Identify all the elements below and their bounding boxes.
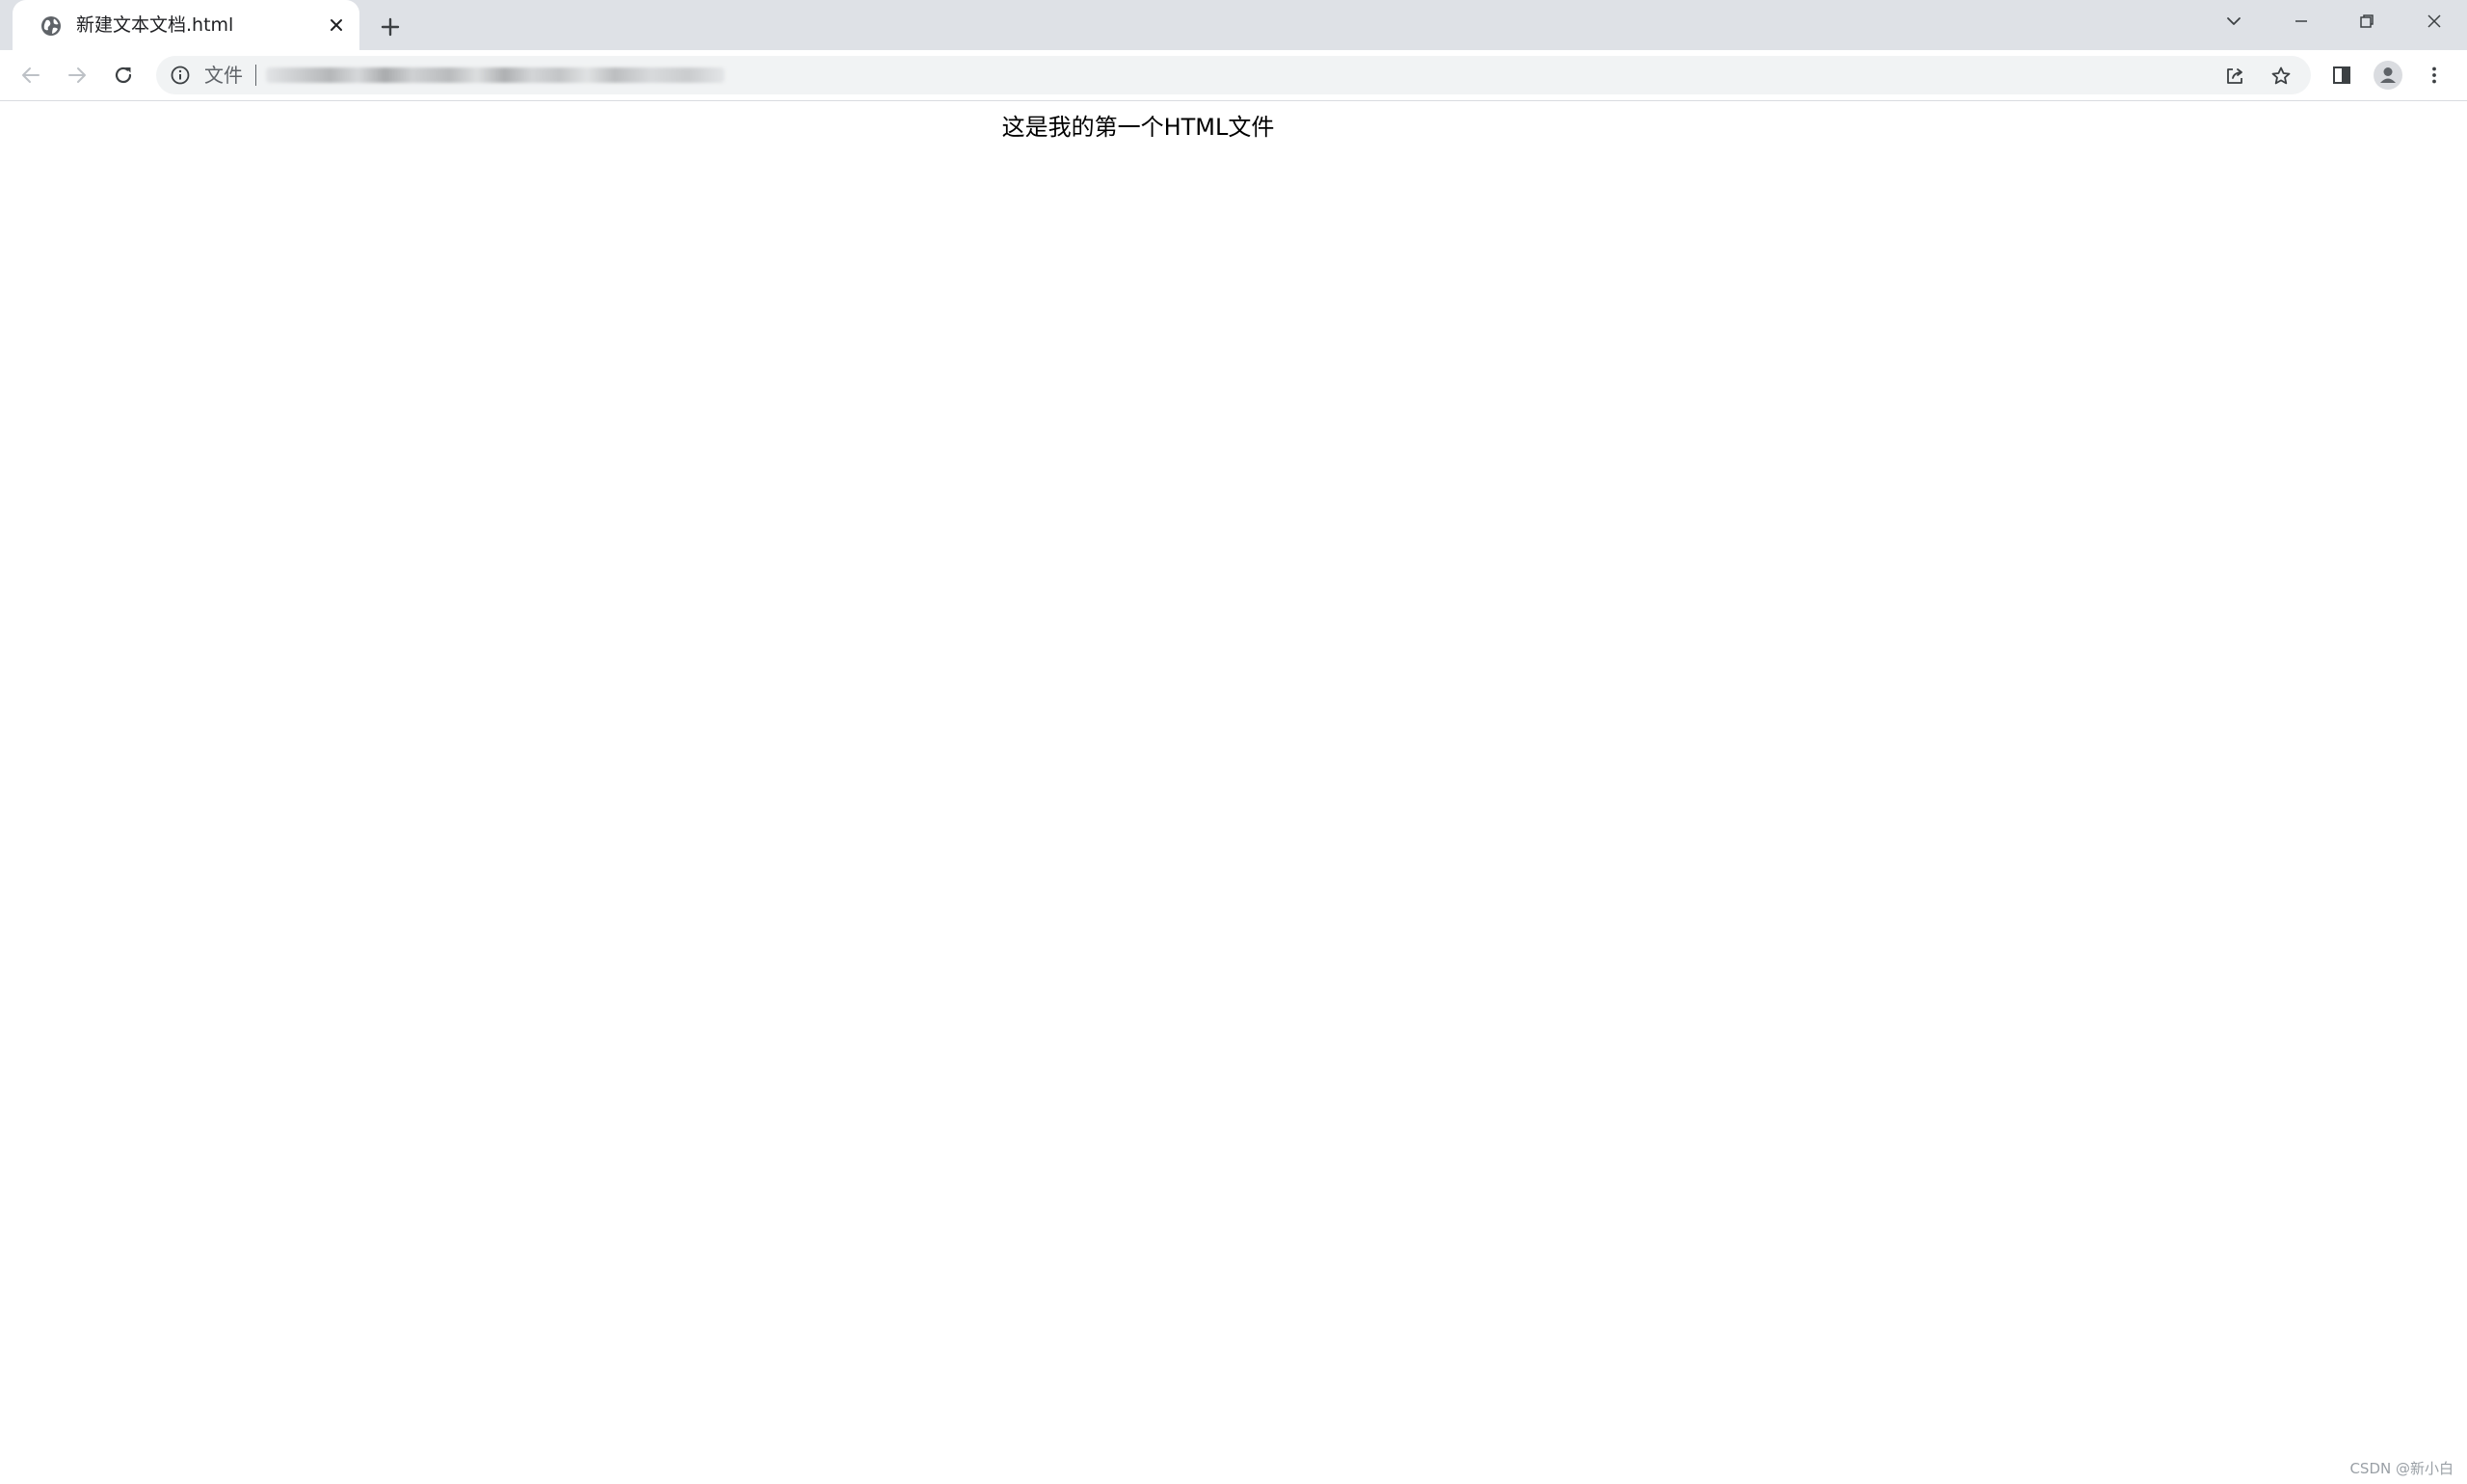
tab-search-chevron-down-icon[interactable]: [2216, 8, 2251, 35]
scheme-label: 文件: [204, 64, 243, 87]
bookmark-star-icon[interactable]: [2268, 64, 2294, 89]
back-arrow-icon[interactable]: [15, 60, 46, 91]
page-content: 这是我的第一个HTML文件 CSDN @新小白: [0, 101, 2467, 1484]
tab-strip: 新建文本文档.html: [0, 0, 2467, 50]
share-icon[interactable]: [2222, 64, 2247, 89]
globe-icon: [40, 14, 63, 38]
profile-avatar-icon[interactable]: [2373, 60, 2403, 91]
address-bar[interactable]: 文件: [156, 56, 2311, 94]
tab-title: 新建文本文档.html: [76, 14, 234, 36]
close-window-icon[interactable]: [2417, 8, 2452, 35]
watermark: CSDN @新小白: [2349, 1460, 2454, 1477]
side-panel-icon[interactable]: [2326, 60, 2357, 91]
close-tab-icon[interactable]: [324, 13, 349, 38]
browser-tab[interactable]: 新建文本文档.html: [13, 0, 359, 50]
page-heading: 这是我的第一个HTML文件: [1001, 114, 1275, 141]
reload-icon[interactable]: [108, 60, 139, 91]
divider: [255, 65, 256, 86]
browser-toolbar: 文件: [0, 50, 2467, 101]
url-text-redacted[interactable]: [266, 67, 725, 83]
restore-icon[interactable]: [2349, 8, 2384, 35]
forward-arrow-icon[interactable]: [62, 60, 93, 91]
kebab-menu-icon[interactable]: [2419, 60, 2450, 91]
minimize-icon[interactable]: [2284, 8, 2319, 35]
new-tab-icon[interactable]: [376, 13, 405, 41]
info-icon[interactable]: [170, 65, 191, 86]
